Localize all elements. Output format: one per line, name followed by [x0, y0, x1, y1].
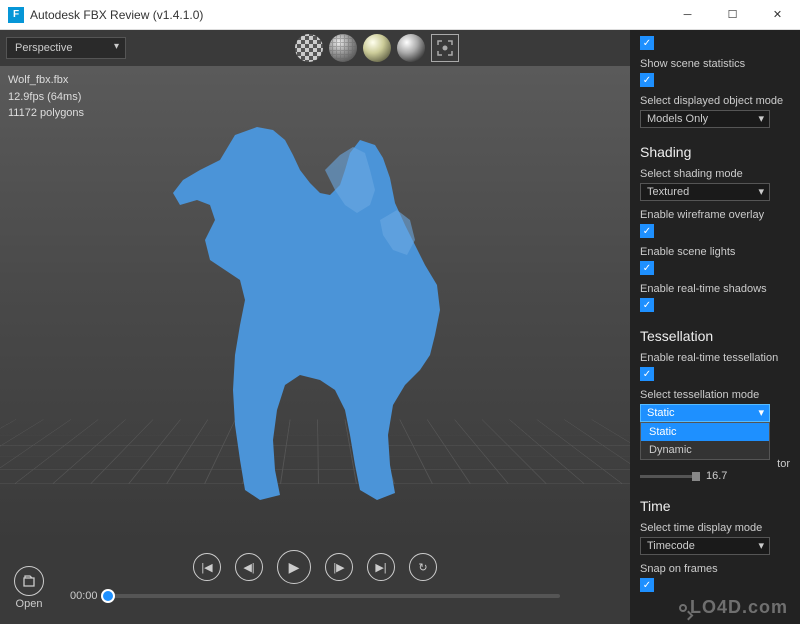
step-back-button[interactable]: ◀|: [235, 553, 263, 581]
tess-mode-dropdown[interactable]: Static: [640, 404, 770, 422]
shading-mode-label: Select shading mode: [640, 168, 790, 180]
time-mode-label: Select time display mode: [640, 522, 790, 534]
open-file-button[interactable]: [14, 566, 44, 596]
stat-polys: 11172 polygons: [8, 105, 84, 122]
shading-mode-dropdown[interactable]: Textured: [640, 183, 770, 201]
tess-factor-thumb[interactable]: [692, 472, 700, 481]
time-mode-dropdown[interactable]: Timecode: [640, 537, 770, 555]
tess-mode-option-dynamic[interactable]: Dynamic: [641, 441, 769, 459]
viewport-canvas[interactable]: Wolf_fbx.fbx 12.9fps (64ms) 11172 polygo…: [0, 66, 630, 544]
go-end-button[interactable]: ▶|: [367, 553, 395, 581]
close-button[interactable]: ✕: [755, 0, 800, 30]
tess-enable-checkbox[interactable]: ✓: [640, 367, 654, 381]
viewport-toolbar: Perspective: [0, 30, 630, 66]
tess-enable-label: Enable real-time tessellation: [640, 352, 790, 364]
window-titlebar: F Autodesk FBX Review (v1.4.1.0) ─ ☐ ✕: [0, 0, 800, 30]
shading-heading: Shading: [640, 144, 790, 160]
time-heading: Time: [640, 498, 790, 514]
show-stats-checkbox[interactable]: ✓: [640, 73, 654, 87]
minimize-button[interactable]: ─: [665, 0, 710, 30]
snap-frames-checkbox[interactable]: ✓: [640, 578, 654, 592]
stat-filename: Wolf_fbx.fbx: [8, 72, 84, 89]
open-file-label: Open: [16, 598, 43, 610]
shadow-icon[interactable]: [397, 34, 425, 62]
camera-dropdown[interactable]: Perspective: [6, 37, 126, 59]
frame-selection-icon[interactable]: [431, 34, 459, 62]
show-3d-axis-checkbox[interactable]: ✓: [640, 36, 654, 50]
settings-sidebar: ✓ Show scene statistics ✓ Select display…: [630, 30, 800, 624]
show-stats-label: Show scene statistics: [640, 58, 790, 70]
tess-factor-label-partial: tor: [777, 458, 790, 470]
maximize-button[interactable]: ☐: [710, 0, 755, 30]
playback-bar: |◀ ◀| ▶ |▶ ▶| ↻ 00:00 Open: [0, 544, 630, 624]
play-button[interactable]: ▶: [277, 550, 311, 584]
tess-mode-menu: Static Dynamic: [640, 422, 770, 460]
go-start-button[interactable]: |◀: [193, 553, 221, 581]
scene-lights-checkbox[interactable]: ✓: [640, 261, 654, 275]
app-icon: F: [8, 7, 24, 23]
shading-checker-icon[interactable]: [295, 34, 323, 62]
tessellation-heading: Tessellation: [640, 328, 790, 344]
scene-lights-label: Enable scene lights: [640, 246, 790, 258]
object-mode-dropdown[interactable]: Models Only: [640, 110, 770, 128]
lighting-icon[interactable]: [363, 34, 391, 62]
scene-stats: Wolf_fbx.fbx 12.9fps (64ms) 11172 polygo…: [8, 72, 84, 122]
stat-fps: 12.9fps (64ms): [8, 89, 84, 106]
timeline-thumb[interactable]: [101, 589, 115, 603]
wolf-model: [125, 75, 505, 515]
shadows-label: Enable real-time shadows: [640, 283, 790, 295]
snap-frames-label: Snap on frames: [640, 563, 790, 575]
tess-mode-label: Select tessellation mode: [640, 389, 790, 401]
tess-mode-option-static[interactable]: Static: [641, 423, 769, 441]
wireframe-checkbox[interactable]: ✓: [640, 224, 654, 238]
timecode-display: 00:00: [70, 590, 98, 602]
wireframe-label: Enable wireframe overlay: [640, 209, 790, 221]
loop-button[interactable]: ↻: [409, 553, 437, 581]
shadows-checkbox[interactable]: ✓: [640, 298, 654, 312]
shading-wireframe-icon[interactable]: [329, 34, 357, 62]
tess-factor-slider[interactable]: [640, 475, 700, 478]
step-forward-button[interactable]: |▶: [325, 553, 353, 581]
timeline-track[interactable]: [108, 594, 560, 598]
tess-factor-value: 16.7: [706, 470, 727, 482]
window-title: Autodesk FBX Review (v1.4.1.0): [30, 8, 665, 22]
object-mode-label: Select displayed object mode: [640, 95, 790, 107]
